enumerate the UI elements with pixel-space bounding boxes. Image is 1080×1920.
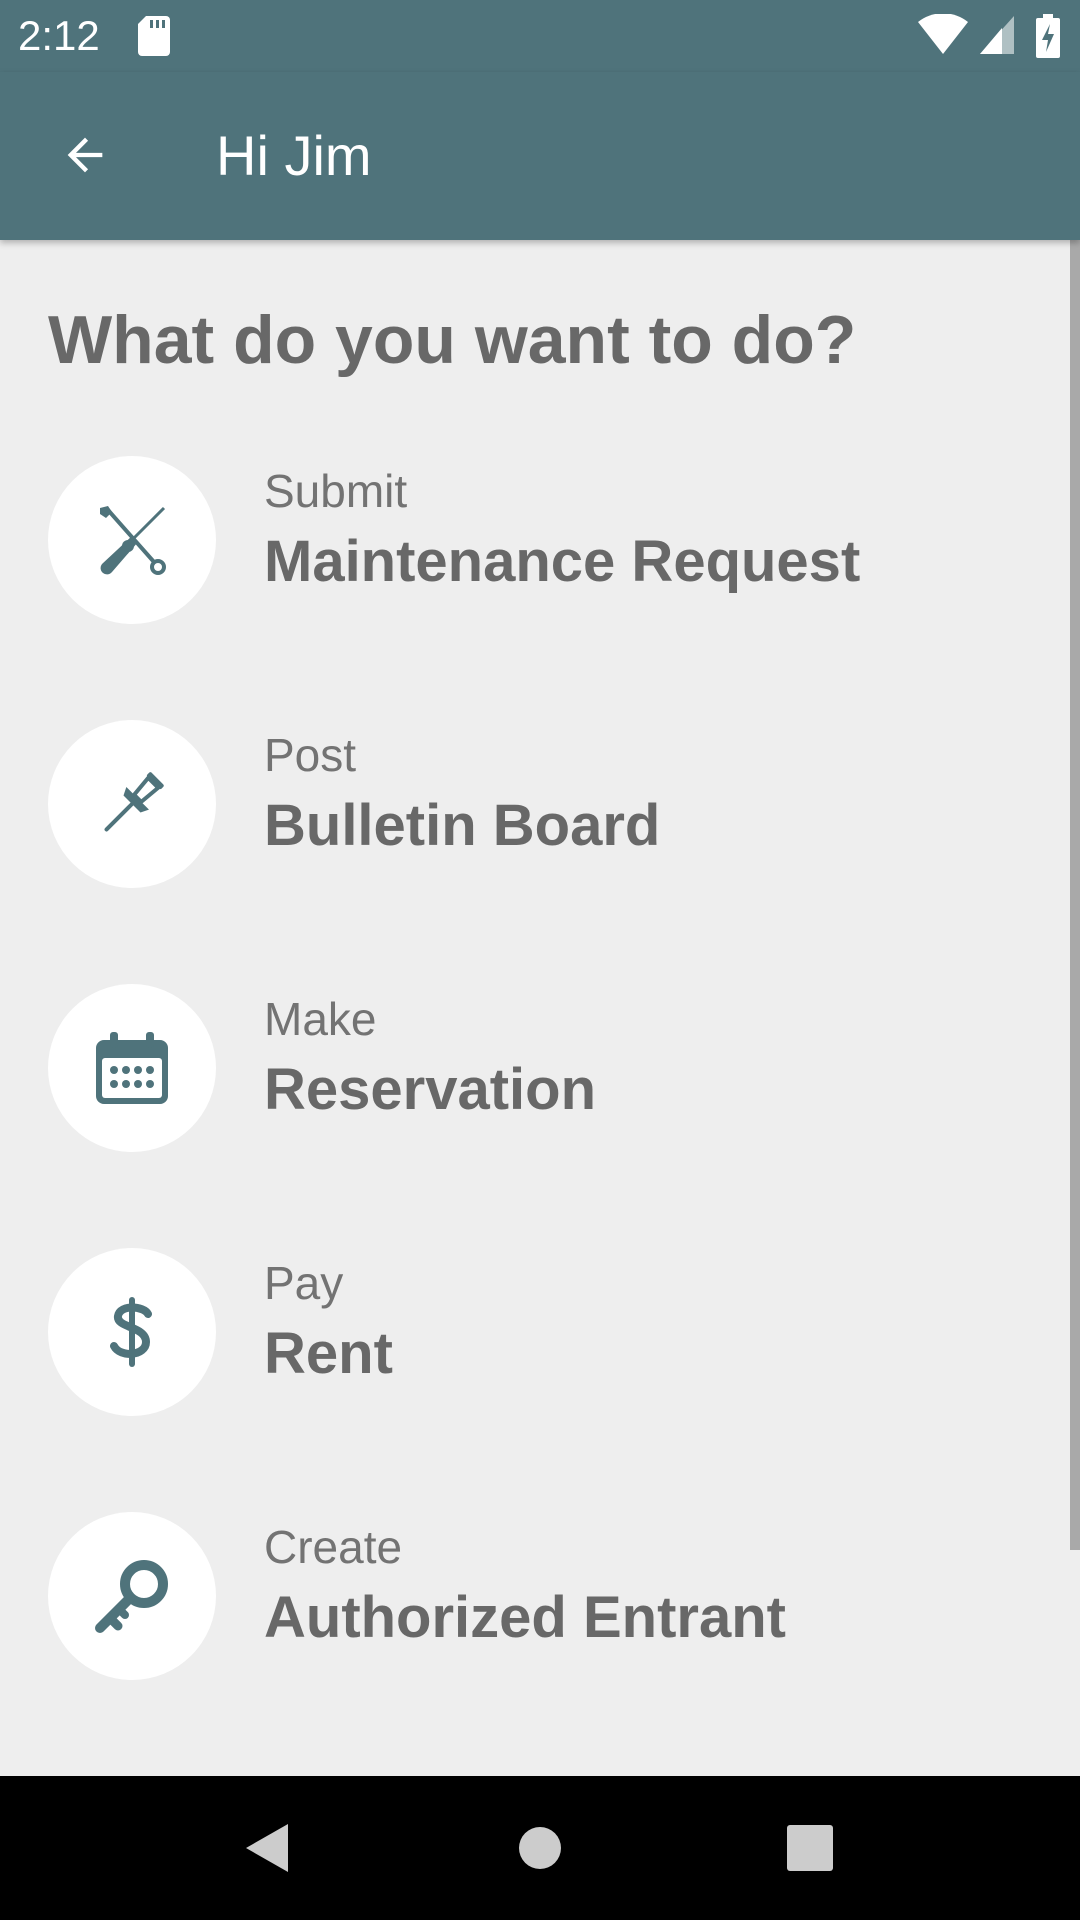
action-verb: Make (264, 993, 377, 1045)
action-title: Maintenance Request (264, 529, 861, 594)
back-button[interactable] (40, 110, 130, 200)
wifi-icon (918, 14, 968, 54)
app-bar: Hi Jim (0, 72, 1080, 240)
action-title: Bulletin Board (264, 793, 661, 858)
nav-back-button[interactable] (216, 1798, 316, 1898)
navigation-bar (0, 1776, 1080, 1920)
action-title: Rent (264, 1321, 393, 1386)
signal-icon (980, 16, 1014, 54)
nav-recents-icon (787, 1825, 833, 1871)
pushpin-icon (104, 772, 164, 832)
icon-circle (48, 984, 216, 1152)
arrow-back-icon (67, 137, 103, 173)
icon-circle (48, 1248, 216, 1416)
nav-home-button[interactable] (490, 1798, 590, 1898)
dollar-icon (110, 1297, 152, 1367)
scrollbar[interactable] (1070, 240, 1080, 1550)
nav-back-icon (246, 1824, 288, 1872)
rent-item[interactable]: Pay Rent (0, 1248, 1060, 1428)
icon-circle (48, 456, 216, 624)
maintenance-request-item[interactable]: Submit Maintenance Request (0, 456, 1060, 636)
bulletin-board-item[interactable]: Post Bulletin Board (0, 720, 1060, 900)
battery-charging-icon (1036, 14, 1060, 58)
action-verb: Submit (264, 465, 408, 517)
key-icon (95, 1560, 168, 1633)
page-heading: What do you want to do? (48, 302, 857, 378)
app-title: Hi Jim (216, 124, 372, 187)
action-title: Reservation (264, 1057, 597, 1122)
status-time: 2:12 (18, 12, 100, 59)
action-title: Authorized Entrant (264, 1585, 786, 1650)
main-content[interactable]: What do you want to do? Submit Maintenan… (0, 240, 1080, 1776)
icon-circle (48, 1512, 216, 1680)
sd-card-icon (138, 16, 170, 56)
nav-home-icon (519, 1827, 561, 1869)
reservation-item[interactable]: Make Reservation (0, 984, 1060, 1164)
status-bar: 2:12 (0, 0, 1080, 72)
action-verb: Pay (264, 1257, 344, 1309)
action-verb: Post (264, 729, 357, 781)
calendar-icon (96, 1032, 168, 1104)
authorized-entrant-item[interactable]: Create Authorized Entrant (0, 1512, 1060, 1692)
action-verb: Create (264, 1521, 403, 1573)
icon-circle (48, 720, 216, 888)
nav-recents-button[interactable] (760, 1798, 860, 1898)
tools-icon (100, 506, 166, 575)
